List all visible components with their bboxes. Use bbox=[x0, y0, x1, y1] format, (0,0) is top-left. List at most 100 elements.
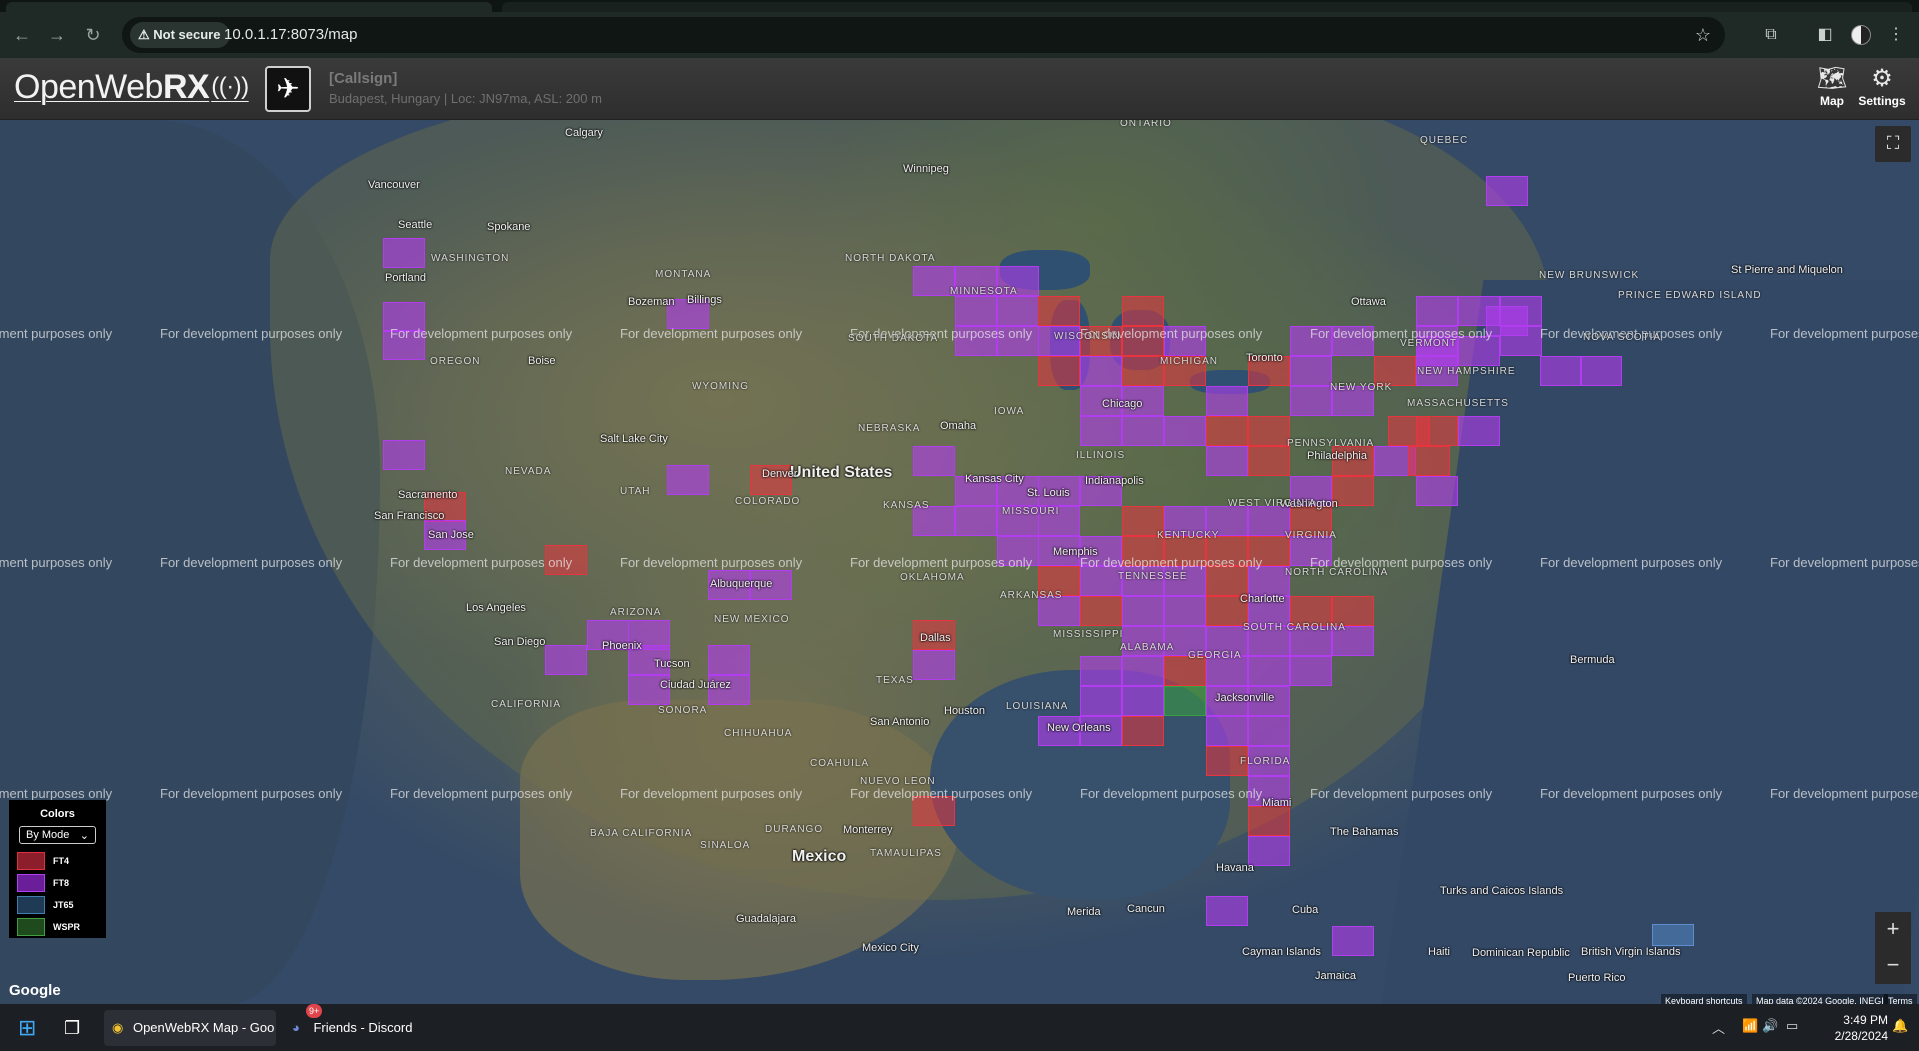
grid-square-ft8[interactable] bbox=[913, 266, 955, 296]
grid-square-ft8[interactable] bbox=[1080, 416, 1122, 446]
grid-square-ft8[interactable] bbox=[913, 446, 955, 476]
grid-square-ft8[interactable] bbox=[1164, 596, 1206, 626]
grid-square-ft8[interactable] bbox=[1416, 296, 1458, 326]
show-hidden-icons-icon[interactable]: ︿ bbox=[1712, 1018, 1725, 1037]
grid-square-ft8[interactable] bbox=[1290, 656, 1332, 686]
taskbar-chrome[interactable]: ◉ OpenWebRX Map - Goo bbox=[104, 1010, 276, 1046]
volume-icon[interactable]: 🔊 bbox=[1762, 1018, 1778, 1034]
notification-bell-icon[interactable]: 🔔 bbox=[1892, 1018, 1908, 1034]
grid-square-ft4[interactable] bbox=[1248, 806, 1290, 836]
grid-square-ft4[interactable] bbox=[1388, 416, 1430, 446]
zoom-out-button[interactable]: − bbox=[1875, 948, 1911, 984]
grid-square-ft4[interactable] bbox=[1206, 566, 1248, 596]
grid-square-ft4[interactable] bbox=[1122, 356, 1164, 386]
grid-square-ft8[interactable] bbox=[1164, 416, 1206, 446]
grid-square-ft4[interactable] bbox=[1038, 296, 1080, 326]
grid-square-ft4[interactable] bbox=[1122, 296, 1164, 326]
grid-square-ft8[interactable] bbox=[997, 296, 1039, 326]
label-united-states: United States bbox=[790, 464, 893, 481]
grid-square-ft8[interactable] bbox=[1080, 356, 1122, 386]
menu-kebab-icon[interactable]: ⋮ bbox=[1885, 24, 1907, 46]
grid-square-ft8[interactable] bbox=[1122, 596, 1164, 626]
grid-square-ft4[interactable] bbox=[1248, 446, 1290, 476]
openwebrx-logo[interactable]: OpenWebRX((·)) bbox=[14, 68, 249, 107]
windows-start-icon[interactable]: ⊞ bbox=[18, 1010, 36, 1046]
grid-square-ft8[interactable] bbox=[955, 506, 997, 536]
legend-item: JT65 bbox=[17, 894, 98, 916]
map-button[interactable]: 🗺 Map bbox=[1806, 64, 1858, 116]
bookmark-star-icon[interactable]: ☆ bbox=[1695, 17, 1711, 53]
grid-square-ft8[interactable] bbox=[1248, 566, 1290, 596]
grid-square-ft8[interactable] bbox=[955, 296, 997, 326]
side-panel-icon[interactable]: ◧ bbox=[1814, 24, 1836, 46]
security-chip[interactable]: ⚠ Not secure bbox=[130, 22, 231, 48]
grid-square-ft8[interactable] bbox=[545, 645, 587, 675]
grid-square-ft8[interactable] bbox=[1500, 326, 1542, 356]
extensions-icon[interactable]: ⧉ bbox=[1760, 24, 1782, 46]
grid-square-ft8[interactable] bbox=[1122, 686, 1164, 716]
grid-square-ft8[interactable] bbox=[1206, 896, 1248, 926]
map-canvas[interactable]: For development purposes only For develop… bbox=[0, 120, 1919, 1004]
grid-square-ft8[interactable] bbox=[1122, 656, 1164, 686]
task-view-icon[interactable]: ❐ bbox=[64, 1010, 80, 1046]
reload-icon[interactable]: ↻ bbox=[80, 22, 106, 48]
grid-square-ft8[interactable] bbox=[1486, 176, 1528, 206]
grid-square-ft8[interactable] bbox=[667, 465, 709, 495]
grid-square-ft8[interactable] bbox=[1080, 656, 1122, 686]
keyboard-shortcuts-link[interactable]: Keyboard shortcuts bbox=[1661, 994, 1747, 1004]
address-bar[interactable]: ⚠ Not secure 10.0.1.17:8073/map ☆ bbox=[122, 17, 1725, 53]
grid-square-ft8[interactable] bbox=[1080, 566, 1122, 596]
profile-avatar[interactable] bbox=[1851, 25, 1871, 45]
grid-square-ft8[interactable] bbox=[1248, 506, 1290, 536]
grid-square-ft8[interactable] bbox=[1080, 686, 1122, 716]
grid-square-ft8[interactable] bbox=[1540, 356, 1582, 386]
settings-button[interactable]: ⚙ Settings bbox=[1856, 64, 1908, 116]
system-clock[interactable]: 3:49 PM 2/28/2024 bbox=[1835, 1012, 1888, 1044]
zoom-in-button[interactable]: + bbox=[1875, 912, 1911, 948]
grid-square-ft8[interactable] bbox=[1248, 656, 1290, 686]
grid-square-wspr[interactable] bbox=[1164, 686, 1206, 716]
grid-square-ft8[interactable] bbox=[708, 645, 750, 675]
back-icon[interactable]: ← bbox=[9, 22, 35, 48]
grid-square-ft8[interactable] bbox=[1332, 926, 1374, 956]
grid-square-ft8[interactable] bbox=[1580, 356, 1622, 386]
grid-square-ft8[interactable] bbox=[1416, 476, 1458, 506]
legend-swatch bbox=[17, 896, 45, 914]
grid-square-ft8[interactable] bbox=[383, 238, 425, 268]
grid-square-ft4[interactable] bbox=[1080, 596, 1122, 626]
chevron-down-icon: ⌄ bbox=[79, 830, 89, 842]
battery-icon[interactable]: ▭ bbox=[1786, 1018, 1798, 1034]
grid-square-ft8[interactable] bbox=[1290, 356, 1332, 386]
state-label: NORTH CAROLINA bbox=[1285, 567, 1389, 578]
grid-square-ft4[interactable] bbox=[1206, 416, 1248, 446]
grid-square-ft8[interactable] bbox=[1290, 386, 1332, 416]
grid-square-ft4[interactable] bbox=[1332, 476, 1374, 506]
browser-tab-inactive[interactable] bbox=[502, 2, 1912, 12]
legend-swatch bbox=[17, 874, 45, 892]
forward-icon[interactable]: → bbox=[44, 22, 70, 48]
state-label: MINNESOTA bbox=[950, 286, 1018, 297]
grid-square-ft4[interactable] bbox=[1122, 716, 1164, 746]
grid-square-ft4[interactable] bbox=[1248, 416, 1290, 446]
grid-square-ft4[interactable] bbox=[1038, 356, 1080, 386]
place-label: Ottawa bbox=[1351, 296, 1386, 308]
grid-square-ft8[interactable] bbox=[1206, 716, 1248, 746]
grid-square-ft8[interactable] bbox=[1122, 416, 1164, 446]
place-label: Sacramento bbox=[398, 489, 458, 501]
grid-square-ft8[interactable] bbox=[383, 440, 425, 470]
grid-square-ft8[interactable] bbox=[1206, 446, 1248, 476]
grid-square-ft8[interactable] bbox=[1248, 836, 1290, 866]
jt65-grid-square[interactable] bbox=[1652, 924, 1694, 946]
wifi-icon[interactable]: 📶 bbox=[1742, 1018, 1758, 1034]
color-mode-select[interactable]: By Mode ⌄ bbox=[19, 826, 96, 844]
taskbar-discord[interactable]: ◕ 9+ Friends - Discord bbox=[288, 1004, 428, 1046]
fullscreen-icon[interactable]: ⛶ bbox=[1875, 126, 1911, 162]
terms-link[interactable]: Terms bbox=[1884, 994, 1917, 1004]
grid-square-ft4[interactable] bbox=[1408, 446, 1450, 476]
browser-tab[interactable] bbox=[6, 2, 492, 12]
url-text[interactable]: 10.0.1.17:8073/map bbox=[224, 17, 357, 53]
grid-square-ft8[interactable] bbox=[913, 650, 955, 680]
grid-square-ft8[interactable] bbox=[1248, 716, 1290, 746]
grid-square-ft8[interactable] bbox=[1458, 416, 1500, 446]
grid-square-ft8[interactable] bbox=[1206, 386, 1248, 416]
